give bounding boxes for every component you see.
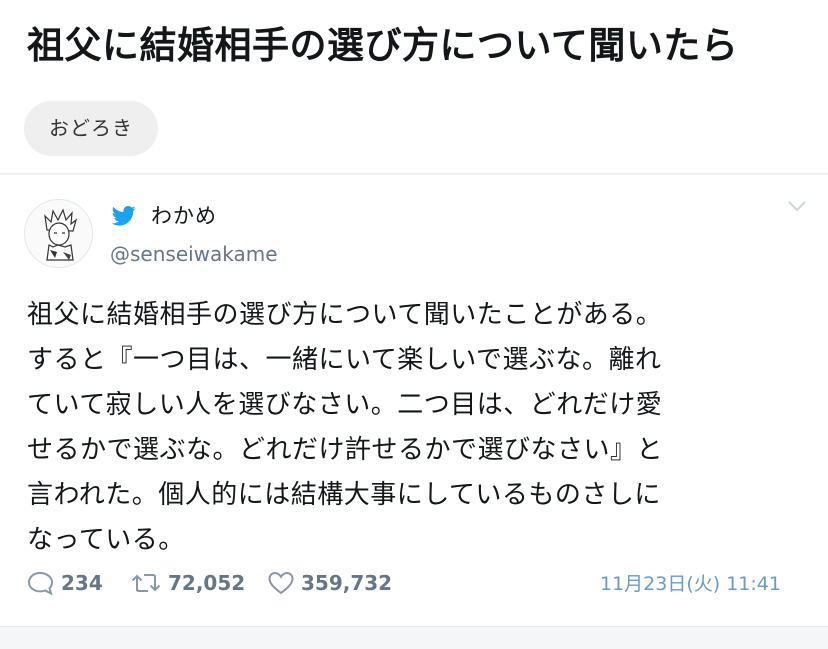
tweet-actions: 234 72,052 359,732 11月23日(火) 11:41 — [0, 563, 828, 603]
tweet-text-line: すると『一つ目は、一緒にいて楽しいで選ぶな。離れ — [27, 345, 662, 375]
tweet-text: 祖父に結婚相手の選び方について聞いたことがある。 すると『一つ目は、一緒にいて楽… — [27, 293, 807, 563]
tweet-text-line: せるかで選ぶな。どれだけ許せるかで選びなさい』と — [27, 435, 664, 465]
tweet-text-line: なっている。 — [27, 525, 185, 555]
user-handle[interactable]: @senseiwakame — [110, 239, 278, 269]
tweet-text-line: ていて寂しい人を選びなさい。二つ目は、どれだけ愛 — [27, 390, 663, 420]
tweet-timestamp[interactable]: 11月23日(火) 11:41 — [600, 571, 781, 597]
tag-chip[interactable]: おどろき — [24, 101, 158, 156]
heart-icon — [268, 571, 294, 595]
reply-icon — [27, 571, 54, 596]
reply-count: 234 — [61, 571, 103, 595]
divider — [0, 626, 828, 649]
tweet-text-line: 祖父に結婚相手の選び方について聞いたことがある。 — [27, 300, 663, 330]
embedded-tweet: わかめ @senseiwakame 祖父に結婚相手の選び方について聞いたことがあ… — [0, 175, 828, 625]
retweet-icon — [131, 574, 161, 592]
display-name[interactable]: わかめ — [151, 201, 217, 231]
chevron-down-icon[interactable] — [785, 197, 809, 215]
like-button[interactable]: 359,732 — [267, 563, 392, 603]
avatar[interactable] — [24, 199, 93, 268]
retweet-count: 72,052 — [168, 571, 246, 595]
page-title: 祖父に結婚相手の選び方について聞いたら — [27, 24, 739, 67]
tweet-text-line: 言われた。個人的には結構大事にしているものさしに — [27, 480, 661, 510]
reply-button[interactable]: 234 — [27, 563, 103, 603]
like-count: 359,732 — [301, 571, 393, 595]
twitter-bird-icon — [112, 206, 136, 226]
retweet-button[interactable]: 72,052 — [130, 563, 245, 603]
